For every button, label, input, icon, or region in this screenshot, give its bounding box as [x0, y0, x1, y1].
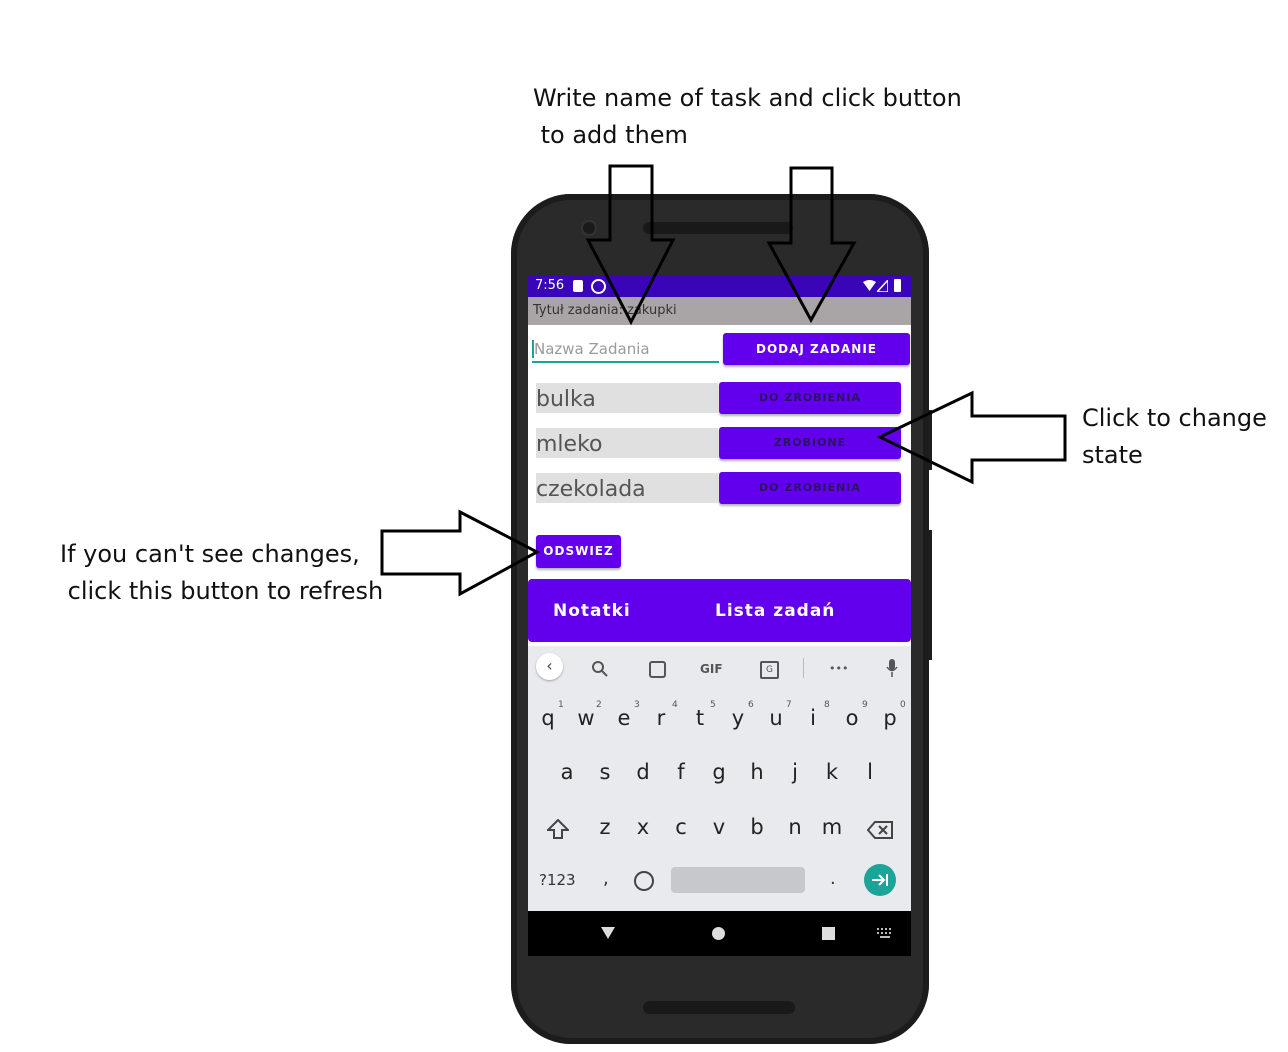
- arrow-to-input: [585, 164, 676, 326]
- arrow-to-refresh-button: [380, 509, 541, 597]
- annotation-arrows: [380, 164, 1067, 597]
- arrow-to-add-button: [766, 166, 857, 324]
- arrow-to-state-button: [876, 390, 1067, 485]
